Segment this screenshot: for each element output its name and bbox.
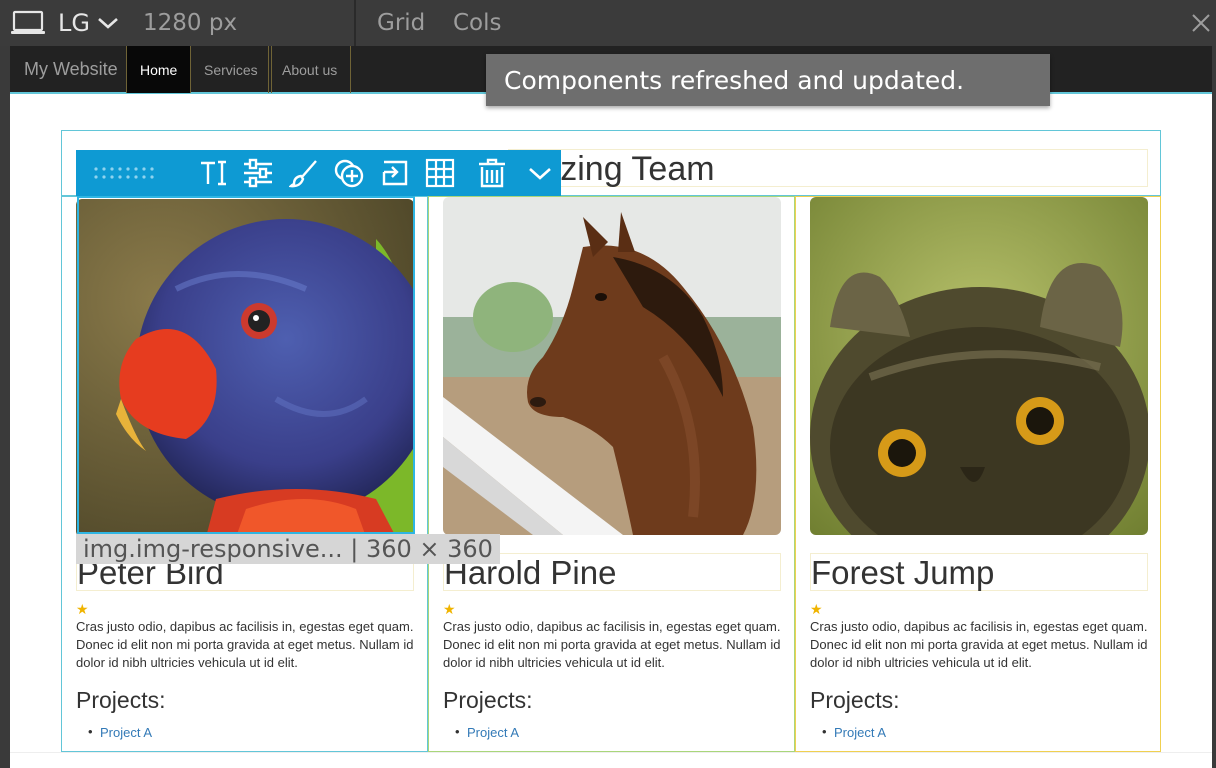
toast-notification: Components refreshed and updated. — [486, 54, 1050, 106]
chevron-down-icon[interactable] — [96, 0, 122, 46]
page-canvas: My Website Home Services About us mazing… — [10, 46, 1212, 768]
team-member-bio[interactable]: Cras justo odio, dapibus ac facilisis in… — [443, 618, 781, 672]
team-photo-owl[interactable] — [810, 197, 1148, 535]
site-brand[interactable]: My Website — [10, 46, 133, 93]
projects-heading[interactable]: Projects: — [443, 687, 532, 714]
trash-icon[interactable] — [470, 150, 514, 196]
settings-sliders-icon[interactable] — [236, 150, 280, 196]
project-link[interactable]: Project A — [455, 724, 519, 740]
import-icon[interactable] — [373, 150, 417, 196]
nav-item-services[interactable]: Services — [190, 46, 272, 93]
page-heading[interactable]: mazing Team — [508, 149, 1148, 188]
team-member-card[interactable]: Harold Pine ★ Cras justo odio, dapibus a… — [428, 196, 795, 752]
drag-handle-icon[interactable] — [90, 150, 158, 196]
device-name[interactable]: LG — [58, 0, 90, 46]
team-photo-horse[interactable] — [443, 197, 781, 535]
page-divider — [10, 752, 1212, 753]
team-photo-parrot[interactable] — [76, 199, 414, 537]
element-info-tooltip: img.img-responsive... | 360 × 360 — [76, 534, 500, 564]
project-link[interactable]: Project A — [88, 724, 152, 740]
cols-toggle[interactable]: Cols — [453, 0, 502, 46]
team-member-bio[interactable]: Cras justo odio, dapibus ac facilisis in… — [810, 618, 1148, 672]
editor-top-bar: LG 1280 px Grid Cols — [0, 0, 1216, 46]
star-icon: ★ — [810, 601, 823, 617]
team-member-card[interactable]: Peter Bird ★ Cras justo odio, dapibus ac… — [61, 196, 428, 752]
component-toolbar — [76, 150, 561, 196]
grid-icon[interactable] — [418, 150, 462, 196]
brush-icon[interactable] — [282, 150, 326, 196]
toolbar-divider — [354, 0, 356, 46]
text-icon[interactable] — [192, 150, 236, 196]
grid-toggle[interactable]: Grid — [377, 0, 425, 46]
team-member-card[interactable]: Forest Jump ★ Cras justo odio, dapibus a… — [795, 196, 1161, 752]
team-row: Peter Bird ★ Cras justo odio, dapibus ac… — [61, 196, 1161, 752]
project-link[interactable]: Project A — [822, 724, 886, 740]
laptop-icon[interactable] — [10, 0, 50, 46]
projects-heading[interactable]: Projects: — [76, 687, 165, 714]
projects-heading[interactable]: Projects: — [810, 687, 899, 714]
team-member-bio[interactable]: Cras justo odio, dapibus ac facilisis in… — [76, 618, 414, 672]
close-icon[interactable] — [1190, 0, 1216, 46]
nav-item-home[interactable]: Home — [126, 46, 192, 93]
add-circle-icon[interactable] — [327, 150, 371, 196]
star-icon: ★ — [443, 601, 456, 617]
star-icon: ★ — [76, 601, 89, 617]
team-member-name[interactable]: Forest Jump — [810, 553, 1148, 591]
device-width-label: 1280 px — [143, 10, 238, 36]
nav-item-about-us[interactable]: About us — [268, 46, 352, 93]
chevron-down-icon[interactable] — [518, 150, 562, 196]
